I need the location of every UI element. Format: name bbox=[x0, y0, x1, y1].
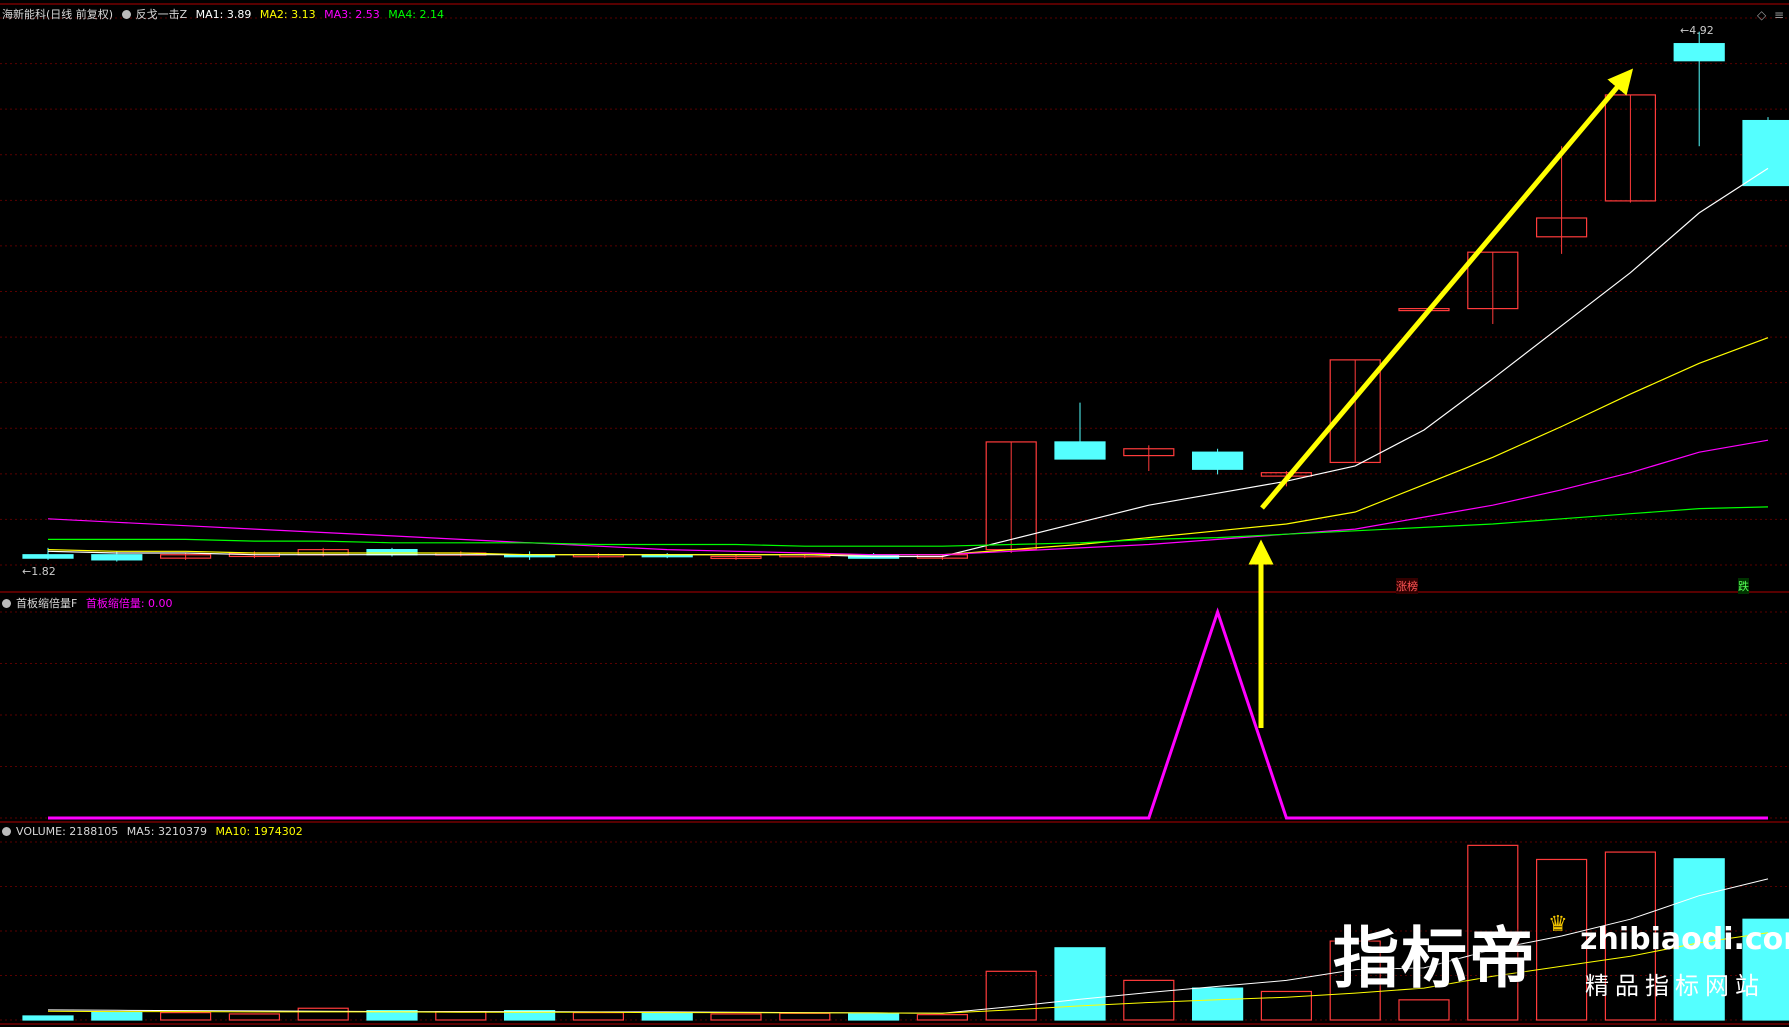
price-header: 海新能科(日线 前复权) 反戈一击Z MA1: 3.89 MA2: 3.13 M… bbox=[2, 6, 449, 22]
annotation-arrows bbox=[1248, 68, 1634, 728]
candle-body bbox=[1673, 43, 1725, 62]
volume-header: VOLUME: 2188105 MA5: 3210379 MA10: 19743… bbox=[2, 825, 308, 838]
volume-bar bbox=[916, 1014, 969, 1021]
low-price-label: ←1.82 bbox=[22, 565, 56, 578]
diamond-icon[interactable]: ◇ bbox=[1757, 8, 1766, 22]
crown-icon: ♛ bbox=[1548, 912, 1568, 937]
ma1-line bbox=[47, 167, 1769, 558]
candle-body bbox=[1191, 451, 1244, 470]
volume-bar bbox=[22, 1015, 74, 1021]
volume-bar bbox=[779, 1012, 831, 1021]
volume-bar bbox=[1054, 947, 1106, 1021]
candle-body bbox=[1054, 441, 1106, 460]
indicator-header: 首板缩倍量F 首板缩倍量: 0.00 bbox=[2, 595, 178, 611]
volume-bar bbox=[91, 1012, 143, 1021]
volume-bar bbox=[435, 1011, 487, 1021]
watermark-main: 指标帝 bbox=[1333, 920, 1537, 997]
volume-bar bbox=[1123, 979, 1175, 1021]
indicator-title: 首板缩倍量F bbox=[16, 597, 78, 610]
menu-icon[interactable]: ≡ bbox=[1774, 8, 1784, 22]
volume-value: VOLUME: 2188105 bbox=[16, 825, 119, 838]
settings-dot-icon[interactable] bbox=[2, 599, 11, 608]
grid-lines bbox=[0, 3, 1789, 1025]
indicator-name: 反戈一击Z bbox=[135, 8, 188, 21]
volume-bar bbox=[1191, 987, 1244, 1021]
price-panel[interactable] bbox=[22, 31, 1789, 562]
candle-body bbox=[91, 554, 143, 561]
indicator-value: 首板缩倍量: 0.00 bbox=[85, 597, 173, 610]
volume-bar bbox=[710, 1013, 762, 1021]
volume-bar bbox=[228, 1013, 280, 1021]
zt-tag: 涨榜 bbox=[1396, 578, 1418, 594]
volume-bar bbox=[847, 1013, 900, 1021]
die-tag: 跌 bbox=[1738, 578, 1749, 594]
high-price-label: ←4.92 bbox=[1680, 24, 1714, 37]
volume-bar bbox=[641, 1012, 693, 1021]
volume-bar bbox=[160, 1012, 212, 1021]
ma3-line bbox=[47, 439, 1769, 556]
volume-bar bbox=[1398, 999, 1450, 1021]
candle-body bbox=[1398, 307, 1450, 312]
settings-dot-icon[interactable] bbox=[121, 10, 131, 19]
ma1-label: MA1: 3.89 bbox=[195, 8, 252, 21]
ma4-line bbox=[48, 506, 1769, 547]
vol-ma10-value: MA10: 1974302 bbox=[215, 825, 303, 838]
ma4-label: MA4: 2.14 bbox=[388, 8, 445, 21]
stock-chart[interactable] bbox=[0, 0, 1789, 1027]
ma3-label: MA3: 2.53 bbox=[324, 8, 380, 21]
settings-dot-icon[interactable] bbox=[2, 827, 11, 836]
watermark-site: zhibiaodi.com bbox=[1580, 922, 1789, 957]
volume-bar bbox=[572, 1012, 625, 1021]
trend-arrow bbox=[1260, 68, 1634, 510]
candle-body bbox=[22, 554, 74, 559]
ma2-label: MA2: 3.13 bbox=[259, 8, 316, 21]
vol-ma5-value: MA5: 3210379 bbox=[126, 825, 207, 838]
volume-bar bbox=[297, 1007, 349, 1021]
candle-body bbox=[1742, 119, 1789, 187]
watermark-slogan: 精品指标网站 bbox=[1585, 972, 1765, 1000]
stock-name: 海新能科(日线 前复权) bbox=[2, 8, 114, 21]
candle-body bbox=[366, 549, 418, 556]
volume-bar bbox=[985, 970, 1037, 1021]
